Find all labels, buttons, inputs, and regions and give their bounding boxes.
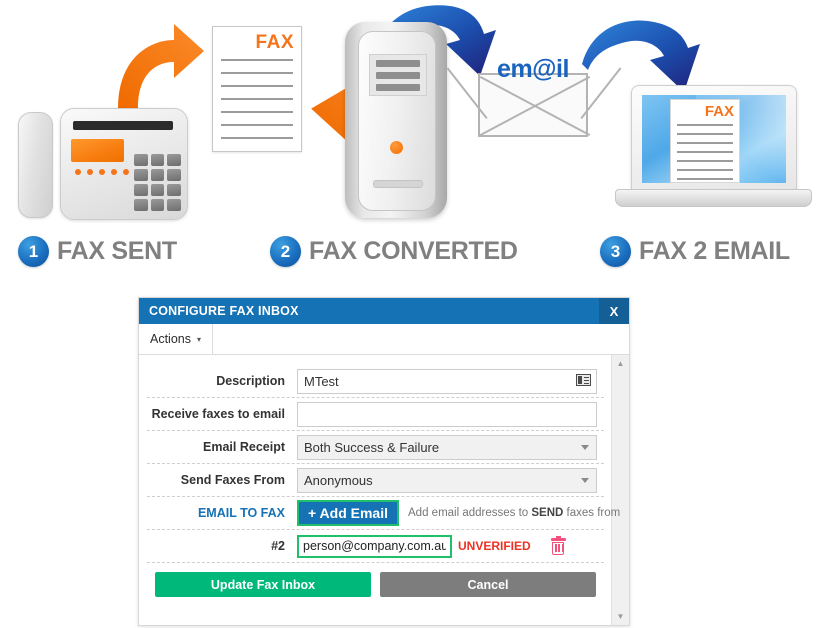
chevron-down-icon (581, 444, 589, 450)
email-to-fax-label: EMAIL TO FAX (197, 506, 285, 520)
step-3: 3 FAX 2 EMAIL (600, 236, 790, 267)
fax-document-title: FAX (255, 32, 294, 53)
add-email-button[interactable]: + Add Email (297, 500, 400, 526)
laptop-fax-document: FAX (670, 99, 740, 183)
email-receipt-label: Email Receipt (203, 440, 285, 454)
fax-server-illustration (345, 22, 447, 218)
email-row-index: #2 (271, 539, 285, 553)
form-row-description: Description (147, 365, 604, 398)
scroll-up-icon[interactable]: ▲ (612, 355, 629, 372)
fax-inbox-form: Description Receive faxes to email (139, 355, 620, 597)
screenshot-root: FAX em@il FAX 1 FAX SENT 2 FAX CONVERTED… (0, 0, 827, 628)
scroll-down-icon[interactable]: ▼ (612, 608, 629, 625)
server-vents (369, 54, 427, 96)
status-badge: UNVERIFIED (458, 539, 531, 553)
form-row-email-receipt: Email Receipt Both Success & Failure (147, 431, 604, 464)
form-row-email-to-fax: EMAIL TO FAX + Add Email Add email addre… (147, 497, 620, 530)
email-label: em@il (497, 55, 569, 83)
description-input[interactable] (297, 368, 597, 394)
email-address-input[interactable] (297, 534, 452, 558)
email-receipt-value: Both Success & Failure (304, 439, 440, 455)
laptop-screen: FAX (642, 95, 786, 183)
email-to-fax-hint: Add email addresses to SEND faxes from (408, 507, 620, 519)
receive-faxes-label: Receive faxes to email (151, 407, 285, 421)
vertical-scrollbar[interactable]: ▲ ▼ (611, 355, 629, 625)
hint-post: faxes from (563, 507, 621, 519)
receive-faxes-email-input[interactable] (297, 401, 597, 427)
cancel-button[interactable]: Cancel (380, 572, 596, 597)
laptop-lid: FAX (631, 85, 797, 193)
laptop-illustration: FAX (615, 85, 812, 217)
email-receipt-select[interactable]: Both Success & Failure (297, 434, 597, 460)
update-fax-inbox-button[interactable]: Update Fax Inbox (155, 572, 371, 597)
dialog-title-bar: CONFIGURE FAX INBOX X (139, 298, 629, 324)
laptop-fax-title: FAX (704, 103, 734, 120)
dialog-body: ▲ ▼ Description Receive faxes to email (139, 355, 629, 625)
fax-indicator-lights (75, 169, 131, 176)
form-row-receive-faxes: Receive faxes to email (147, 398, 604, 431)
laptop-base (615, 189, 812, 207)
description-label: Description (216, 374, 285, 388)
chevron-down-icon (581, 477, 589, 483)
step-1-label: FAX SENT (57, 237, 177, 265)
step-2: 2 FAX CONVERTED (270, 236, 518, 267)
form-row-email-entry: #2 UNVERIFIED (147, 530, 604, 563)
email-envelope-illustration: em@il (446, 55, 622, 137)
laptop-fax-lines (677, 124, 733, 187)
blue-arrow-2-icon (582, 20, 700, 92)
address-book-icon[interactable] (576, 373, 591, 386)
step-2-number: 2 (270, 236, 301, 267)
send-faxes-from-select[interactable]: Anonymous (297, 467, 597, 493)
delete-icon[interactable] (550, 535, 566, 555)
send-faxes-from-label: Send Faxes From (180, 473, 285, 487)
description-input-wrap (297, 368, 597, 394)
fax-keypad (134, 154, 181, 211)
fax-machine-illustration (18, 108, 188, 220)
form-row-send-faxes-from: Send Faxes From Anonymous (147, 464, 604, 497)
step-1-number: 1 (18, 236, 49, 267)
fax-document-illustration: FAX (212, 26, 302, 152)
step-2-label: FAX CONVERTED (309, 237, 518, 265)
orange-arrow-1-icon (118, 24, 204, 108)
dialog-title: CONFIGURE FAX INBOX (149, 304, 299, 318)
step-3-number: 3 (600, 236, 631, 267)
fax-document-lines (221, 59, 293, 150)
hint-pre: Add email addresses to (408, 507, 532, 519)
actions-menu-button[interactable]: Actions ▾ (139, 324, 214, 354)
fax-handset-icon (18, 112, 53, 218)
workflow-steps: 1 FAX SENT 2 FAX CONVERTED 3 FAX 2 EMAIL (0, 236, 827, 282)
server-drive-slot (373, 180, 423, 188)
step-3-label: FAX 2 EMAIL (639, 237, 790, 265)
actions-menu-label: Actions (150, 332, 191, 346)
fax-display-screen (71, 139, 124, 162)
chevron-down-icon: ▾ (197, 334, 202, 344)
dialog-button-row: Update Fax Inbox Cancel (147, 563, 604, 597)
server-front-panel (358, 31, 436, 211)
close-icon[interactable]: X (599, 298, 629, 324)
dialog-toolbar: Actions ▾ (139, 324, 629, 355)
fax-machine-body (60, 108, 188, 220)
hint-strong: SEND (531, 507, 564, 519)
fax-paper-slot (73, 121, 173, 130)
send-faxes-from-value: Anonymous (304, 472, 373, 488)
fax-workflow-illustration: FAX em@il FAX 1 FAX SENT 2 FAX CONVERTED… (0, 0, 827, 290)
configure-fax-inbox-dialog: CONFIGURE FAX INBOX X Actions ▾ ▲ ▼ Desc… (138, 297, 630, 626)
server-power-led-icon (390, 141, 403, 154)
step-1: 1 FAX SENT (18, 236, 177, 267)
